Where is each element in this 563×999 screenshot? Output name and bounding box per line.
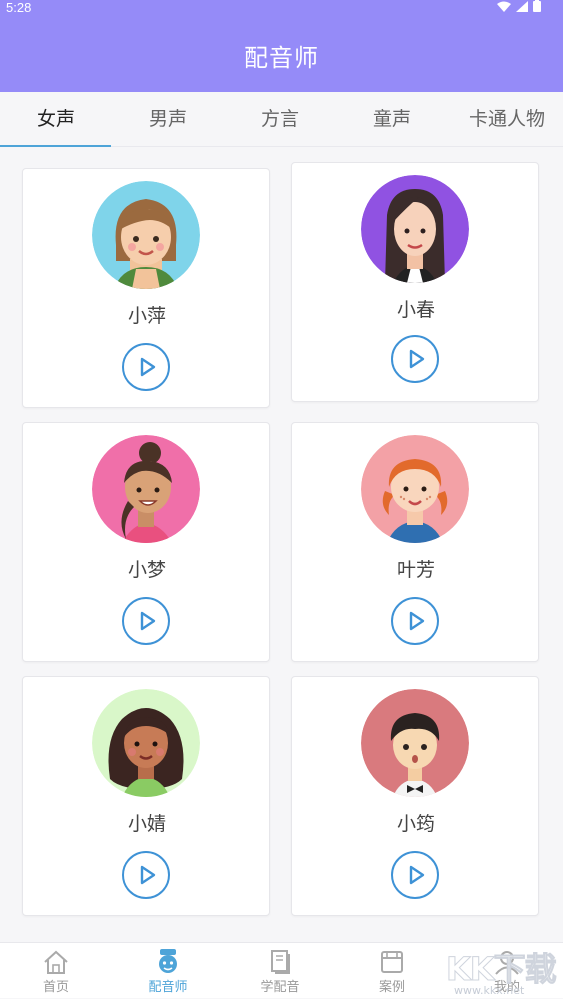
play-icon (140, 865, 156, 885)
woman-long-dark-hair-avatar (361, 175, 469, 283)
nav-cases[interactable]: 案例 (336, 943, 448, 999)
book-icon (266, 949, 294, 975)
voice-card[interactable]: 小筠 (291, 676, 539, 916)
home-icon (42, 949, 70, 975)
play-icon (409, 349, 425, 369)
voice-name: 小梦 (127, 559, 166, 581)
tab-dialect[interactable]: 方言 (224, 92, 336, 147)
status-icons (497, 0, 541, 12)
girl-red-braids-avatar (361, 435, 469, 543)
app-header: 5:28 配音师 (0, 0, 563, 92)
voice-card[interactable]: 小萍 (22, 168, 270, 408)
voice-name: 小筠 (396, 813, 435, 835)
watermark: KK下载 www.kkx.net (446, 942, 563, 998)
voice-actor-icon (154, 949, 182, 975)
play-icon (409, 865, 425, 885)
nav-learn-dubbing[interactable]: 学配音 (224, 943, 336, 999)
nav-label: 首页 (42, 980, 69, 995)
wifi-icon (497, 0, 511, 16)
play-icon (140, 611, 156, 631)
play-button[interactable] (122, 851, 170, 899)
nav-label: 案例 (378, 980, 405, 995)
category-tabs: 女声 男声 方言 童声 卡通人物 (0, 92, 563, 147)
battery-icon (533, 0, 541, 16)
cases-icon (378, 949, 406, 975)
nav-voice-actors[interactable]: 配音师 (112, 943, 224, 999)
tab-cartoon[interactable]: 卡通人物 (451, 92, 563, 147)
voice-card[interactable]: 小婧 (22, 676, 270, 916)
play-button[interactable] (122, 343, 170, 391)
nav-home[interactable]: 首页 (0, 943, 112, 999)
play-icon (140, 357, 156, 377)
voice-name: 小婧 (127, 813, 166, 835)
voice-card[interactable]: 叶芳 (291, 422, 539, 662)
tab-female[interactable]: 女声 (0, 92, 112, 147)
play-icon (409, 611, 425, 631)
woman-bun-hair-avatar (92, 435, 200, 543)
boy-bowtie-avatar (361, 689, 469, 797)
nav-label: 学配音 (260, 980, 300, 995)
voice-grid: 小萍 小春 小梦 叶芳 小婧 小筠 (0, 147, 563, 942)
signal-icon (516, 0, 528, 16)
play-button[interactable] (391, 597, 439, 645)
voice-card[interactable]: 小梦 (22, 422, 270, 662)
tab-male[interactable]: 男声 (112, 92, 224, 147)
voice-name: 小萍 (127, 305, 166, 327)
woman-curly-hair-avatar (92, 689, 200, 797)
status-time: 5:28 (6, 0, 32, 15)
nav-label: 配音师 (148, 980, 188, 995)
voice-card[interactable]: 小春 (291, 162, 539, 402)
voice-name: 小春 (396, 299, 435, 321)
tab-children[interactable]: 童声 (336, 92, 448, 147)
voice-name: 叶芳 (396, 559, 435, 581)
woman-brown-hair-avatar (92, 181, 200, 289)
play-button[interactable] (391, 851, 439, 899)
page-title: 配音师 (244, 44, 319, 72)
play-button[interactable] (391, 335, 439, 383)
play-button[interactable] (122, 597, 170, 645)
watermark-url: www.kkx.net (454, 984, 525, 997)
